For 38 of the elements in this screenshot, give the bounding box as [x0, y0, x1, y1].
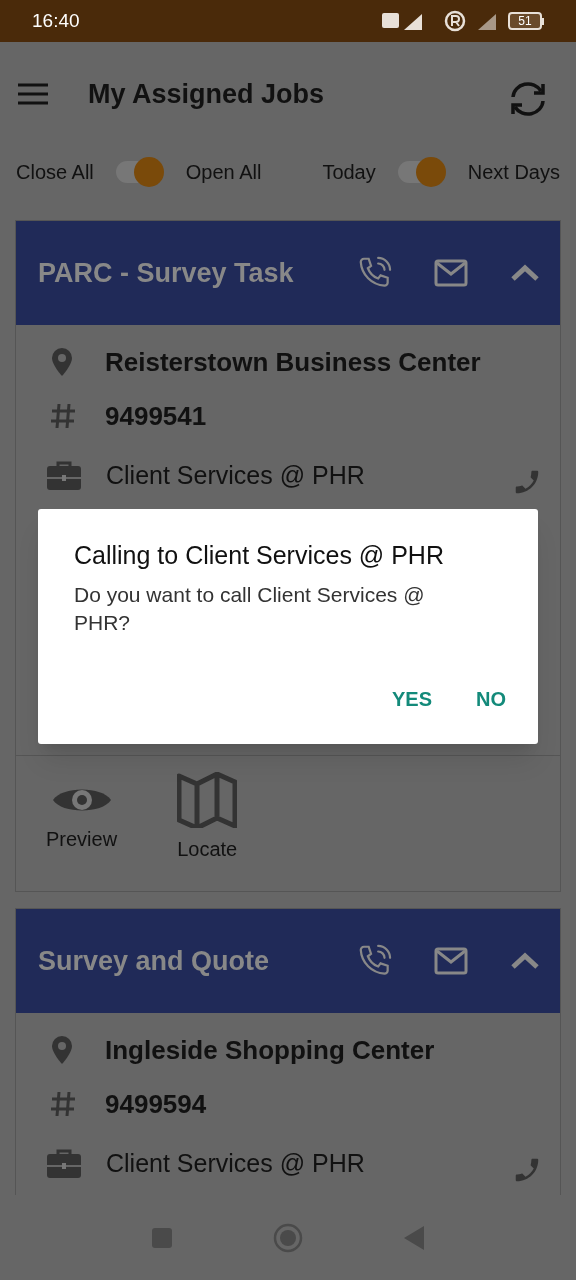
hash-icon	[50, 402, 76, 430]
briefcase-icon	[46, 461, 82, 491]
location-pin-icon	[50, 1035, 74, 1065]
job-number: 9499541	[105, 399, 207, 433]
job-title: Survey and Quote	[38, 944, 271, 978]
location-name: Ingleside Shopping Center	[105, 1033, 435, 1067]
app-title: My Assigned Jobs	[88, 77, 326, 111]
contact-name: Client Services @ PHR	[106, 460, 366, 492]
menu-icon[interactable]	[16, 82, 50, 106]
chevron-up-icon[interactable]	[510, 263, 540, 283]
toggle-label: Open All	[185, 160, 262, 185]
mail-icon[interactable]	[434, 259, 468, 287]
dialog-message: Do you want to call Client Services @ PHR?	[74, 582, 426, 636]
roaming-icon	[444, 10, 466, 32]
status-time: 16:40	[32, 8, 80, 33]
hash-icon	[50, 1090, 76, 1118]
battery-level: 51	[518, 15, 532, 27]
briefcase-icon	[46, 1149, 82, 1179]
job-title: PARC - Survey Task	[38, 256, 295, 290]
toggle-label: Close All	[16, 160, 94, 185]
toggle-label: Today	[322, 160, 376, 185]
dialog-title: Calling to Client Services @ PHR	[74, 540, 445, 571]
dialog-button[interactable]: NO	[476, 684, 506, 714]
switch[interactable]	[397, 157, 446, 187]
location-pin-icon	[50, 347, 74, 377]
mail-icon[interactable]	[434, 947, 468, 975]
action-button[interactable]: Preview	[46, 772, 118, 854]
contact-name: Client Services @ PHR	[106, 1148, 366, 1180]
action-button[interactable]: Locate	[177, 772, 238, 864]
refresh-icon[interactable]	[508, 81, 548, 117]
signal-icon	[478, 12, 496, 30]
map-icon	[177, 772, 238, 828]
job-number: 9499594	[105, 1087, 207, 1121]
toggle-label: Next Days	[467, 160, 560, 185]
switch[interactable]	[115, 157, 164, 187]
dialog-button[interactable]: YES	[391, 684, 432, 714]
chevron-up-icon[interactable]	[510, 951, 540, 971]
location-name: Reisterstown Business Center	[105, 345, 481, 379]
